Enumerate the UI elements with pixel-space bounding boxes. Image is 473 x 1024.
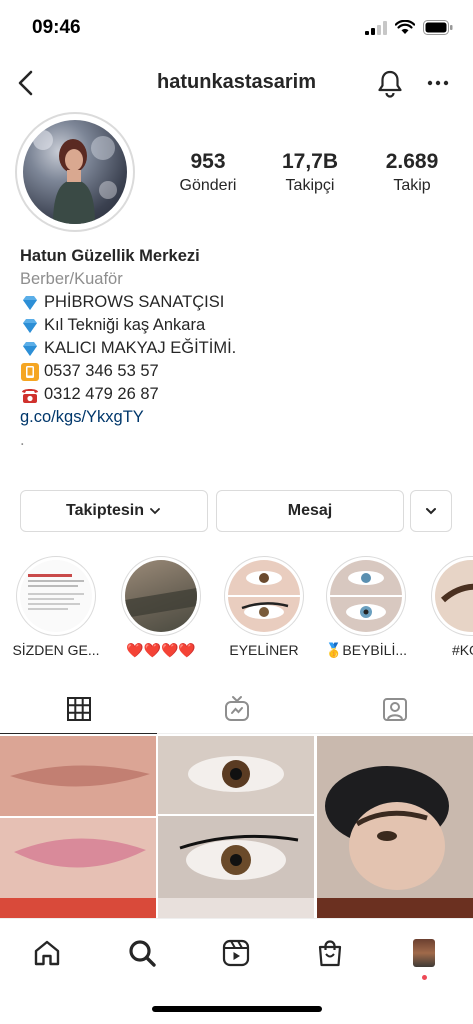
profile-stats: 953 Gönderi 17,7B Takipçi 2.689 Takip	[160, 150, 460, 195]
signal-icon	[365, 20, 387, 35]
notifications-button[interactable]	[375, 68, 405, 98]
highlight-label: 🥇BEYBİLİ...	[324, 642, 408, 658]
bio-line-text: KALICI MAKYAJ EĞİTİMİ.	[44, 339, 237, 357]
avatar-photo	[23, 120, 127, 224]
message-label: Mesaj	[287, 502, 333, 519]
nav-profile[interactable]	[404, 933, 444, 980]
more-icon	[427, 80, 449, 86]
posts-label: Gönderi	[179, 177, 237, 194]
nav-reels[interactable]	[216, 933, 256, 973]
bio-line-text: Kıl Tekniği kaş Ankara	[44, 316, 206, 334]
nav-search[interactable]	[122, 933, 162, 973]
notification-dot	[422, 975, 427, 980]
following-label: Takip	[393, 177, 431, 194]
profile-avatar	[413, 939, 435, 967]
posts-count: 953	[190, 150, 226, 173]
gem-icon	[23, 318, 37, 333]
bio-category: Berber/Kuaför	[20, 270, 123, 288]
reels-icon	[222, 939, 250, 967]
status-bar: 09:46	[0, 0, 473, 56]
bio-line: PHİBROWS SANATÇISI	[20, 291, 460, 314]
home-indicator	[152, 1006, 322, 1012]
profile-header: 953 Gönderi 17,7B Takipçi 2.689 Takip	[0, 112, 473, 232]
bio-line-text: 0537 346 53 57	[44, 362, 159, 380]
igtv-icon	[224, 696, 249, 721]
posts-grid	[0, 736, 473, 918]
highlight-cover	[435, 560, 473, 632]
bio-extra: .	[20, 431, 25, 449]
stat-followers[interactable]: 17,7B Takipçi	[262, 150, 358, 195]
highlight-label: EYELİNER	[229, 642, 299, 658]
post-thumbnail[interactable]	[158, 736, 314, 918]
shop-icon	[318, 940, 342, 967]
highlight-cover	[20, 560, 92, 632]
gem-icon	[23, 295, 37, 310]
post-thumbnail[interactable]	[317, 736, 473, 918]
following-count: 2.689	[385, 150, 439, 173]
phone-icon	[21, 362, 39, 381]
top-nav: hatunkastasarim	[0, 58, 473, 108]
highlight-item[interactable]: EYELİNER	[218, 556, 310, 658]
search-icon	[129, 940, 156, 967]
suggested-dropdown-button[interactable]	[410, 490, 452, 532]
highlight-cover	[330, 560, 402, 632]
highlight-label: ❤️❤️❤️❤️	[126, 642, 196, 658]
stat-posts[interactable]: 953 Gönderi	[160, 150, 256, 195]
chevron-down-icon	[150, 508, 160, 515]
bio-name: Hatun Güzellik Merkezi	[20, 247, 200, 265]
bottom-tab-bar	[0, 918, 473, 1024]
bio-line-text: 0312 479 26 87	[44, 385, 159, 403]
tab-igtv[interactable]	[158, 684, 315, 734]
bio-line-text: PHİBROWS SANATÇISI	[44, 293, 225, 311]
highlight-item[interactable]: 🥇BEYBİLİ...	[320, 556, 412, 659]
highlight-item[interactable]: #KOÇ	[425, 556, 473, 658]
highlight-label: SİZDEN GE...	[12, 642, 100, 658]
tagged-icon	[382, 698, 407, 721]
highlight-label: #KOÇ	[451, 642, 473, 658]
bio-line: 0537 346 53 57	[20, 360, 460, 383]
profile-bio: Hatun Güzellik Merkezi Berber/Kuaför PHİ…	[20, 245, 460, 452]
home-icon	[34, 940, 60, 966]
highlight-item[interactable]: SİZDEN GE...	[10, 556, 102, 658]
profile-avatar[interactable]	[15, 112, 135, 232]
highlight-item[interactable]: ❤️❤️❤️❤️	[115, 556, 207, 659]
gem-icon	[23, 341, 37, 356]
bio-link[interactable]: g.co/kgs/YkxgTY	[20, 406, 460, 429]
tab-posts-grid[interactable]	[0, 684, 157, 734]
story-highlights: SİZDEN GE... ❤️❤️❤️❤️ EYELİNER 🥇BEYBİLİ.…	[0, 556, 473, 666]
nav-shop[interactable]	[310, 933, 350, 973]
message-button[interactable]: Mesaj	[216, 490, 404, 532]
battery-icon	[423, 20, 453, 35]
chevron-down-icon	[426, 508, 436, 515]
highlight-cover	[228, 560, 300, 632]
grid-icon	[66, 696, 91, 721]
nav-home[interactable]	[27, 933, 67, 973]
bio-line: 0312 479 26 87	[20, 383, 460, 406]
tab-tagged[interactable]	[316, 684, 473, 734]
followers-count: 17,7B	[281, 150, 339, 173]
telephone-icon	[22, 388, 38, 403]
following-label: Takiptesin	[66, 502, 144, 519]
profile-tabs	[0, 684, 473, 734]
stat-following[interactable]: 2.689 Takip	[364, 150, 460, 195]
wifi-icon	[395, 20, 415, 34]
highlight-cover	[125, 560, 197, 632]
bell-icon	[378, 70, 402, 98]
following-button[interactable]: Takiptesin	[20, 490, 208, 532]
followers-label: Takipçi	[285, 177, 335, 194]
post-thumbnail[interactable]	[0, 736, 156, 918]
more-options-button[interactable]	[425, 68, 451, 98]
status-icons	[365, 20, 453, 35]
status-time: 09:46	[32, 17, 81, 38]
bio-line: Kıl Tekniği kaş Ankara	[20, 314, 460, 337]
bio-line: KALICI MAKYAJ EĞİTİMİ.	[20, 337, 460, 360]
profile-actions: Takiptesin Mesaj	[20, 490, 470, 534]
